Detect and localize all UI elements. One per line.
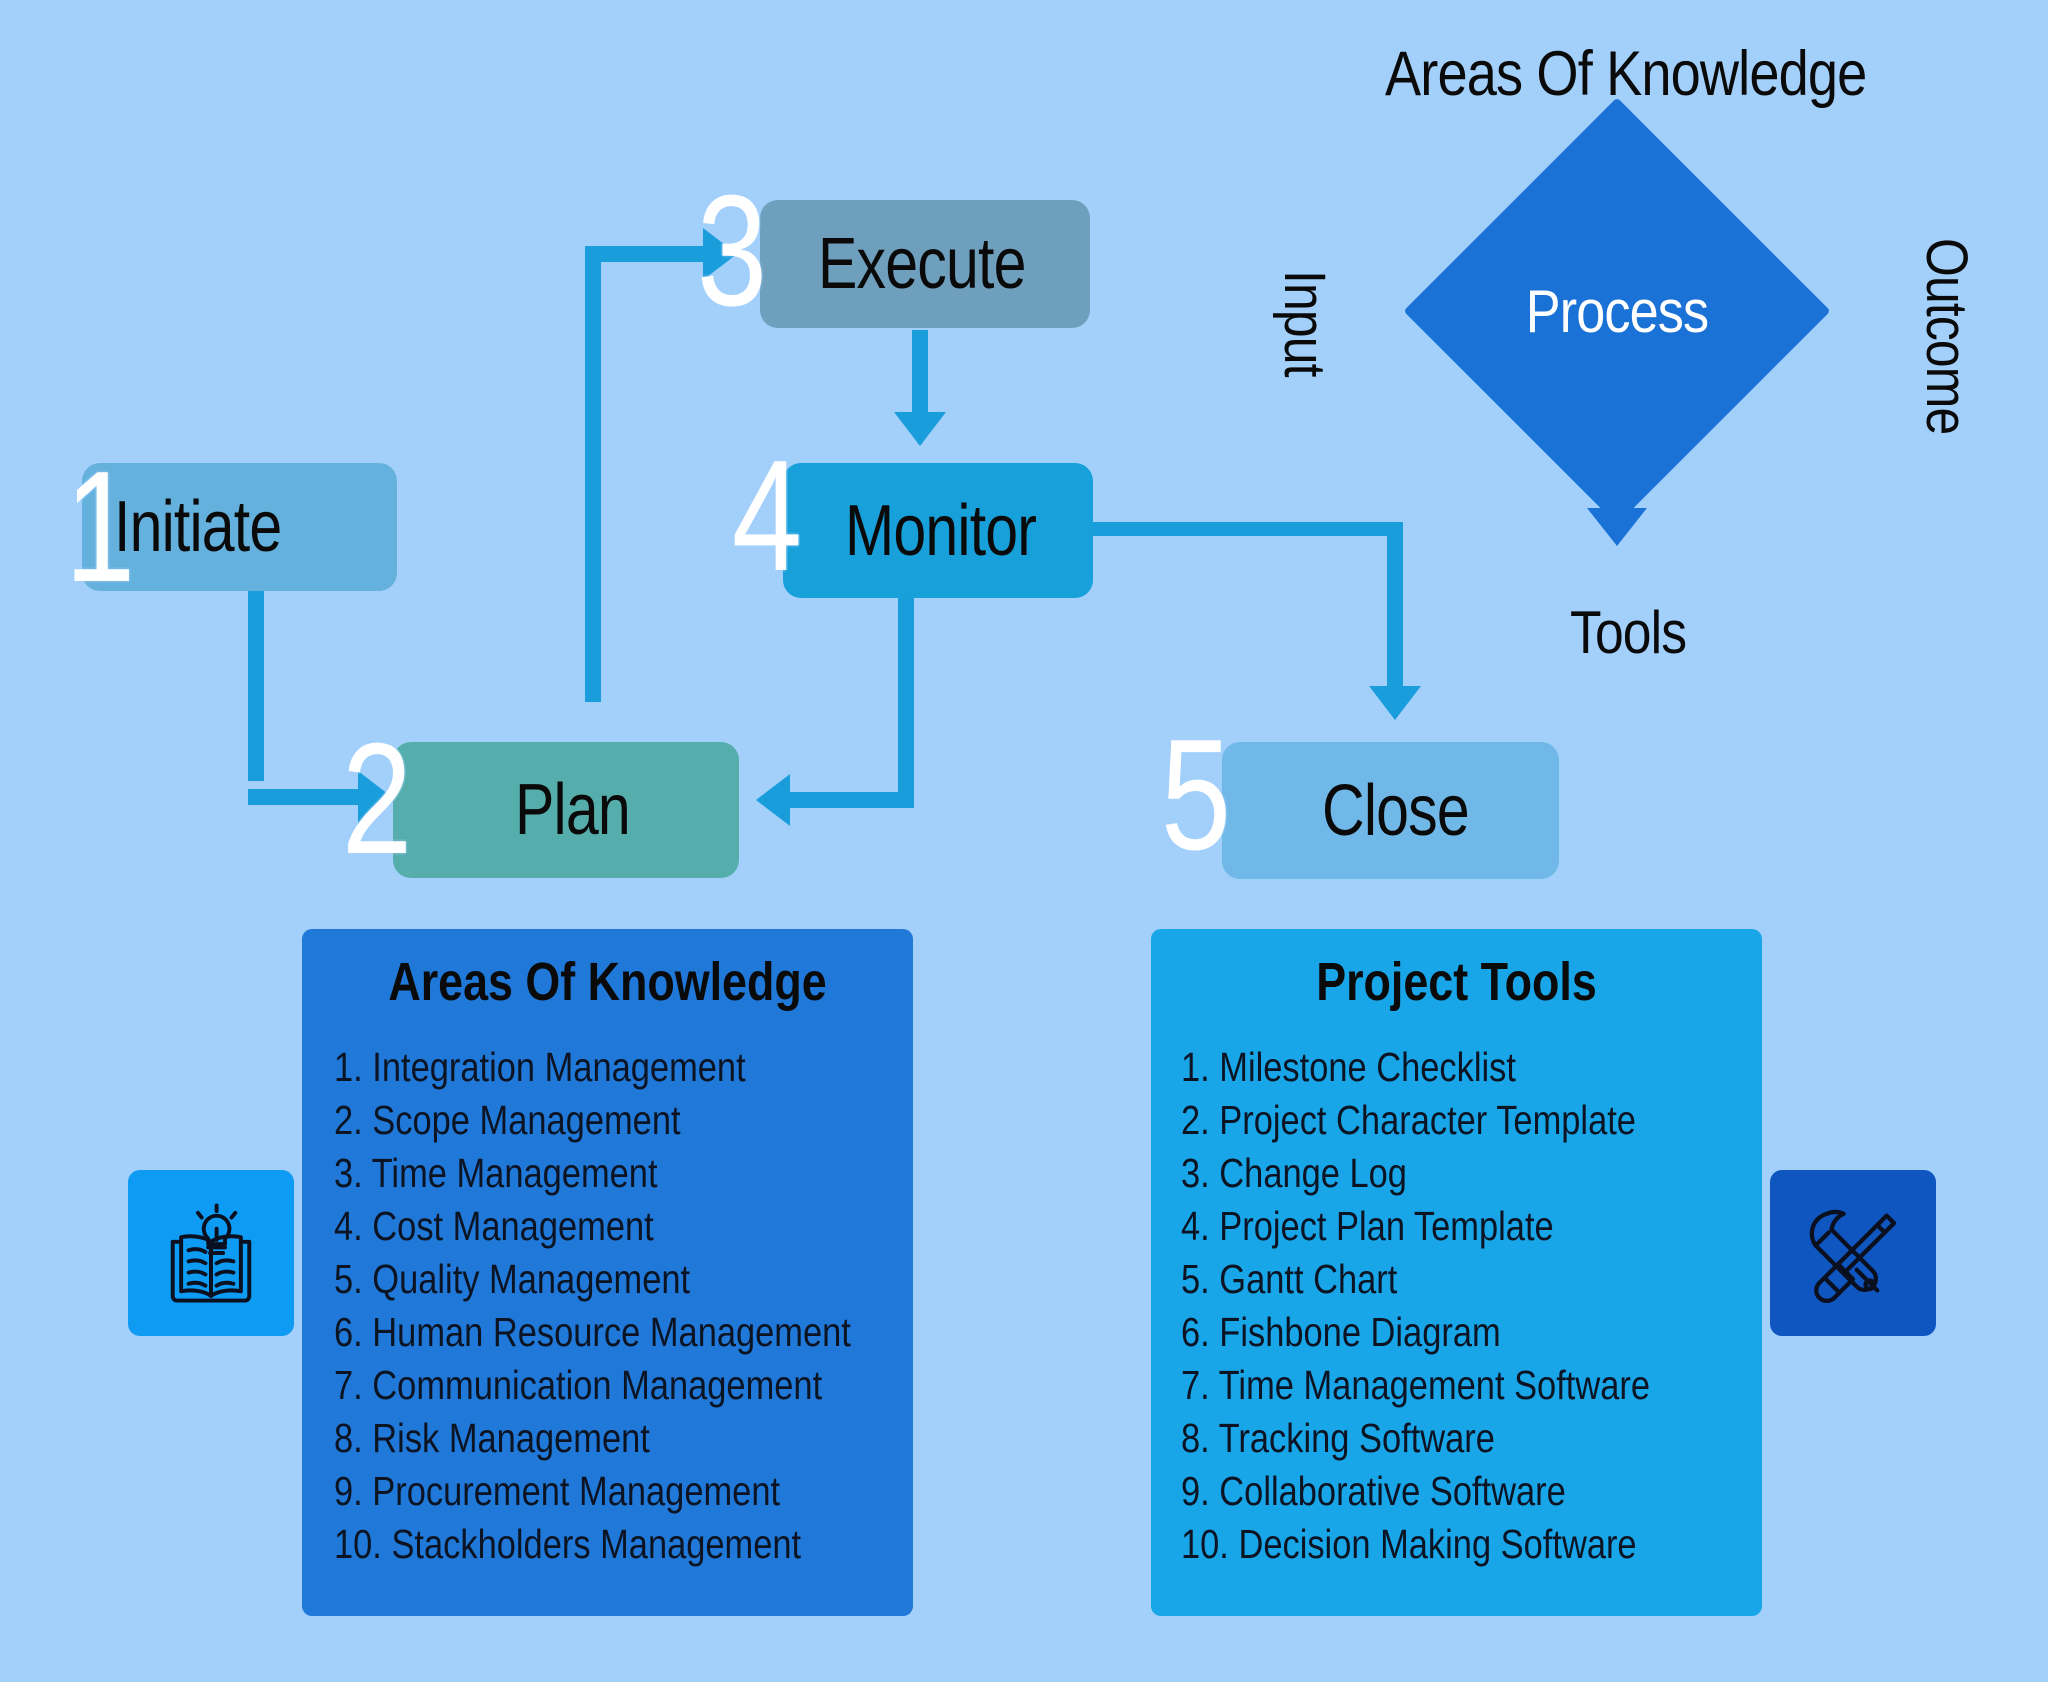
list-item: 10. Decision Making Software (1181, 1521, 1637, 1567)
list-item: 3. Change Log (1181, 1150, 1407, 1196)
list-item: 8. Risk Management (334, 1415, 650, 1461)
connector-execute-to-monitor (912, 330, 928, 414)
phase-number-4: 4 (731, 428, 803, 604)
list-item: 2. Project Character Template (1181, 1097, 1636, 1143)
phase-box-monitor[interactable]: 4 Monitor (732, 437, 1093, 598)
arrowhead-to-close (1369, 686, 1421, 720)
connector-monitor-to-plan-horizontal (790, 792, 914, 808)
connector-initiate-to-plan-vertical (248, 591, 264, 781)
list-item: 2. Scope Management (334, 1097, 681, 1143)
phase-label-close: Close (1322, 770, 1470, 851)
arrowhead-back-to-plan (756, 774, 790, 826)
diamond-label-input: Input (1272, 270, 1337, 377)
phase-number-2: 2 (341, 711, 413, 887)
phase-label-initiate: Initiate (114, 487, 282, 567)
list-item: 3. Time Management (334, 1150, 658, 1196)
list-item: 8. Tracking Software (1181, 1415, 1495, 1461)
list-item: 10. Stackholders Management (334, 1521, 802, 1567)
list-item: 6. Human Resource Management (334, 1309, 851, 1355)
arrowhead-to-monitor (894, 412, 946, 446)
connector-plan-to-execute-horizontal (585, 246, 703, 262)
panel-project-tools: Project Tools 1. Milestone Checklist 2. … (1151, 929, 1762, 1616)
diamond-label-outcome: Outcome (1914, 238, 1979, 435)
connector-plan-to-execute-vertical (585, 262, 601, 702)
phase-label-plan: Plan (515, 770, 631, 850)
phase-number-3: 3 (696, 163, 768, 339)
phase-box-close[interactable]: 5 Close (1161, 716, 1559, 879)
list-item: 4. Project Plan Template (1181, 1203, 1554, 1249)
list-item: 7. Communication Management (334, 1362, 823, 1408)
list-areas-of-knowledge: 1. Integration Management 2. Scope Manag… (334, 1047, 913, 1577)
list-item: 5. Gantt Chart (1181, 1256, 1398, 1302)
diamond-label-areas-of-knowledge: Areas Of Knowledge (1385, 39, 1867, 109)
diamond-label-tools: Tools (1570, 599, 1687, 666)
list-item: 9. Procurement Management (334, 1468, 781, 1514)
diagram-canvas: 1 Initiate 2 Plan 3 Execute 4 Monitor 5 … (0, 0, 2048, 1682)
connector-monitor-to-close-horizontal (1093, 522, 1401, 536)
book-lightbulb-icon (170, 1203, 252, 1303)
diamond-label-process: Process (1525, 277, 1709, 345)
connector-monitor-to-plan-vertical (898, 598, 914, 792)
panel-title-project-tools: Project Tools (1316, 952, 1597, 1012)
list-project-tools: 1. Milestone Checklist 2. Project Charac… (1181, 1047, 1762, 1577)
phase-label-monitor: Monitor (845, 490, 1037, 571)
list-item: 1. Integration Management (334, 1044, 746, 1090)
wrench-screwdriver-icon (1809, 1209, 1897, 1304)
list-item: 9. Collaborative Software (1181, 1468, 1566, 1514)
phase-box-execute[interactable]: 3 Execute (697, 172, 1090, 330)
list-item: 1. Milestone Checklist (1181, 1044, 1516, 1090)
list-item: 6. Fishbone Diagram (1181, 1309, 1501, 1355)
wrench-screwdriver-icon-tile (1770, 1170, 1936, 1336)
list-item: 7. Time Management Software (1181, 1362, 1650, 1408)
phase-box-initiate[interactable]: 1 Initiate (65, 448, 397, 606)
phase-box-plan[interactable]: 2 Plan (342, 720, 739, 878)
phase-label-execute: Execute (818, 224, 1026, 304)
process-diamond[interactable]: Process (1403, 97, 1831, 525)
panel-areas-of-knowledge: Areas Of Knowledge 1. Integration Manage… (302, 929, 913, 1616)
list-item: 5. Quality Management (334, 1256, 691, 1302)
phase-number-5: 5 (1160, 707, 1232, 883)
connector-monitor-to-close-vertical (1387, 522, 1403, 688)
list-item: 4. Cost Management (334, 1203, 654, 1249)
book-lightbulb-icon-tile (128, 1170, 294, 1336)
panel-title-areas-of-knowledge: Areas Of Knowledge (388, 952, 827, 1012)
